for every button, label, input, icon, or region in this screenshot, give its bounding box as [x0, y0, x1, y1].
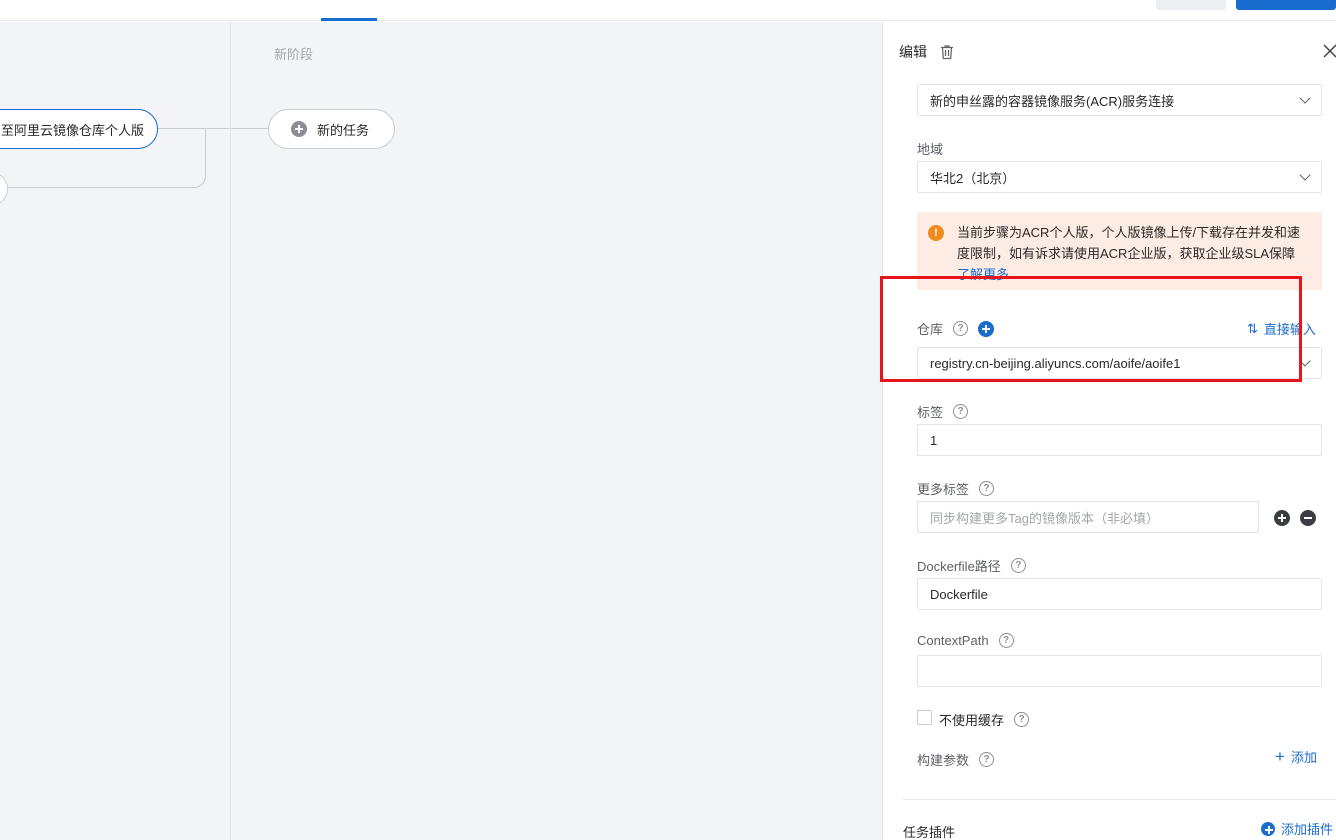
service-connection-value: 新的申丝露的容器镜像服务(ACR)服务连接: [930, 93, 1175, 109]
chevron-down-icon: [1299, 92, 1311, 104]
new-task-label: 新的任务: [317, 122, 370, 138]
remove-tag-button[interactable]: [1300, 510, 1316, 526]
dockerfile-label: Dockerfile路径 ?: [917, 556, 1026, 575]
secondary-button[interactable]: [1156, 0, 1226, 10]
help-icon[interactable]: ?: [979, 481, 995, 496]
context-path-input[interactable]: [917, 655, 1322, 687]
region-select[interactable]: 华北2（北京）: [917, 161, 1322, 193]
edit-panel: 编辑 新的申丝露的容器镜像服务(ACR)服务连接 地域 华北2（北京） ! 当前…: [882, 22, 1336, 840]
primary-button[interactable]: [1236, 0, 1336, 10]
more-tags-label: 更多标签 ?: [917, 479, 995, 498]
context-path-label-text: ContextPath: [917, 633, 989, 648]
connector-line: [158, 128, 268, 129]
no-cache-label: 不使用缓存 ?: [939, 710, 1030, 729]
region-value: 华北2（北京）: [930, 170, 1016, 186]
region-label: 地域: [917, 139, 943, 158]
panel-title: 编辑: [899, 44, 927, 60]
warning-icon: !: [928, 225, 944, 241]
top-bar: [0, 0, 1336, 21]
task-plugins-label-text: 任务插件: [903, 825, 956, 840]
dockerfile-label-text: Dockerfile路径: [917, 559, 1001, 574]
pipeline-canvas: 新阶段 至阿里云镜像仓库个人版 新的任务: [0, 22, 882, 840]
build-args-label: 构建参数 ?: [917, 750, 995, 769]
add-plugin-link[interactable]: 添加插件: [1261, 819, 1333, 838]
region-label-text: 地域: [917, 142, 944, 157]
no-cache-label-text: 不使用缓存: [939, 713, 1005, 728]
add-tag-button[interactable]: [1274, 510, 1290, 526]
tag-label-text: 标签: [917, 405, 944, 420]
warning-text: 当前步骤为ACR个人版，个人版镜像上传/下载存在并发和速度限制，如有诉求请使用A…: [957, 225, 1301, 261]
task-plugins-label: 任务插件: [903, 822, 955, 840]
help-icon[interactable]: ?: [1014, 712, 1030, 727]
stage-divider: [230, 22, 231, 840]
service-connection-select[interactable]: 新的申丝露的容器镜像服务(ACR)服务连接: [917, 84, 1322, 116]
add-plugin-icon: [1261, 821, 1275, 836]
trash-icon[interactable]: [939, 44, 955, 60]
active-tab-indicator: [321, 18, 377, 21]
panel-header: 编辑: [899, 42, 955, 62]
task-node-acr[interactable]: 至阿里云镜像仓库个人版: [0, 109, 158, 149]
more-tags-input[interactable]: 同步构建更多Tag的镜像版本（非必填）: [917, 501, 1259, 533]
plus-circle-icon: [291, 121, 307, 137]
section-divider: [903, 799, 1336, 800]
chevron-down-icon: [1299, 169, 1311, 181]
dockerfile-input[interactable]: Dockerfile: [917, 578, 1322, 610]
add-plugin-label: 添加插件: [1281, 822, 1334, 837]
task-node-label: 至阿里云镜像仓库个人版: [1, 122, 145, 138]
new-task-button[interactable]: 新的任务: [268, 109, 395, 149]
help-icon[interactable]: ?: [953, 404, 969, 419]
highlight-annotation: [880, 276, 1302, 382]
close-icon[interactable]: [1323, 44, 1336, 63]
build-args-label-text: 构建参数: [917, 753, 970, 768]
help-icon[interactable]: ?: [998, 633, 1014, 648]
no-cache-checkbox[interactable]: [917, 710, 932, 725]
tag-label: 标签 ?: [917, 402, 969, 421]
context-path-label: ContextPath ?: [917, 633, 1014, 648]
more-tags-label-text: 更多标签: [917, 482, 970, 497]
tag-input[interactable]: 1: [917, 424, 1322, 456]
add-label: 添加: [1290, 750, 1317, 765]
plus-icon: +: [1275, 747, 1285, 766]
help-icon[interactable]: ?: [1010, 558, 1026, 573]
tag-value: 1: [930, 432, 938, 448]
dockerfile-value: Dockerfile: [930, 586, 988, 602]
stage-title[interactable]: 新阶段: [274, 44, 313, 63]
help-icon[interactable]: ?: [979, 752, 995, 767]
more-tags-placeholder: 同步构建更多Tag的镜像版本（非必填）: [930, 510, 1159, 526]
add-build-arg-link[interactable]: + 添加: [1275, 747, 1317, 766]
